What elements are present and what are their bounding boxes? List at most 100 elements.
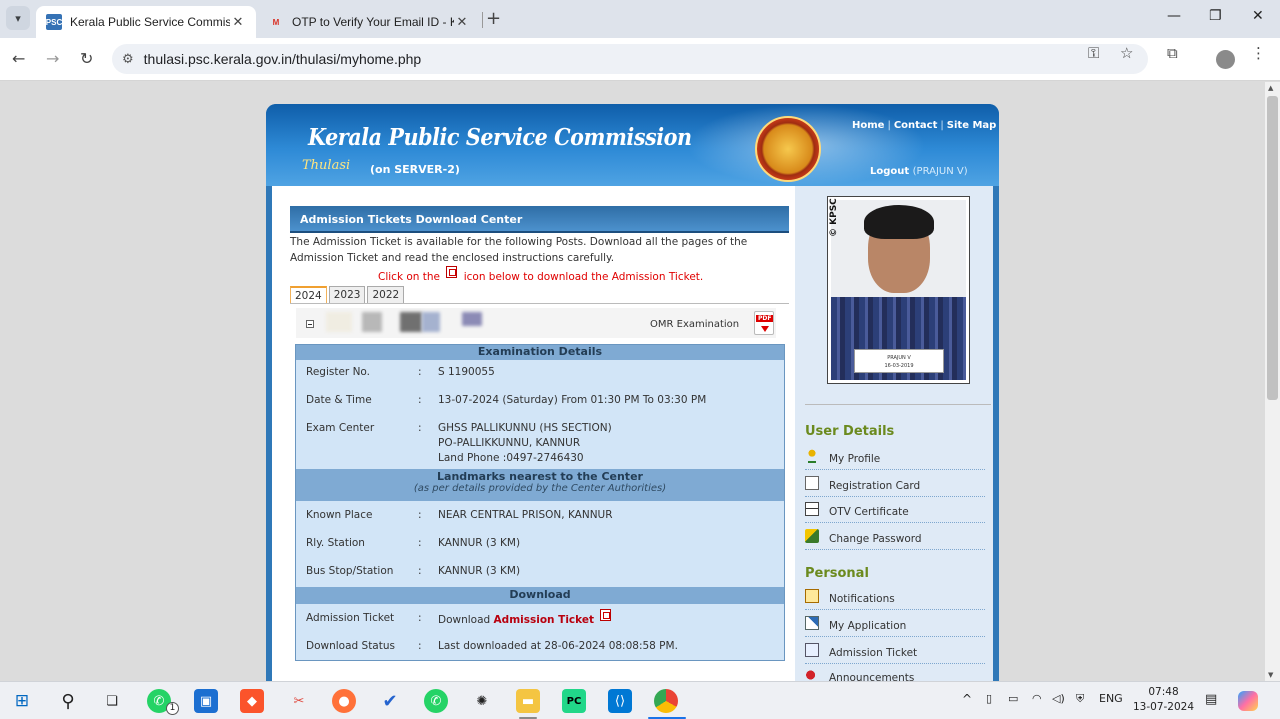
redacted-text	[362, 312, 382, 332]
bookmark-star-icon[interactable]: ☆	[1120, 44, 1133, 62]
profile-icon	[805, 449, 819, 463]
extensions-icon[interactable]: ⧉	[1167, 44, 1178, 62]
security-shield-icon[interactable]: ⛨	[1076, 692, 1084, 706]
address-bar[interactable]: ⚙ thulasi.psc.kerala.gov.in/thulasi/myho…	[112, 44, 1148, 74]
page-viewport: Kerala Public Service Commission Thulasi…	[0, 82, 1265, 681]
browser-tab-strip: ▾ PSC Kerala Public Service Commissi ✕ M…	[0, 0, 1280, 38]
pycharm-icon[interactable]: PC	[562, 689, 586, 713]
candidate-photo: © KPSC PRAJUN V 16-03-2019	[827, 196, 970, 384]
minimize-button[interactable]: —	[1167, 8, 1181, 24]
language-indicator[interactable]: ENG	[1099, 692, 1123, 705]
browser-menu-icon[interactable]: ⋮	[1251, 44, 1266, 62]
browser-toolbar: ← → ↻ ⚙ thulasi.psc.kerala.gov.in/thulas…	[0, 38, 1280, 81]
notification-center-icon[interactable]: ▤	[1205, 692, 1217, 707]
menu-registration-card[interactable]: Registration Card	[805, 471, 985, 497]
tab-title: Kerala Public Service Commissi	[70, 15, 230, 29]
tab-search-button[interactable]: ▾	[6, 6, 30, 30]
gmail-icon: M	[272, 17, 280, 27]
windows-taskbar: ⊞ ⚲ ❏ ✆ 1 ▣ ◆ ✂ ● ✔ ✆ ✺ ▬ PC ⟨⟩ ^ ▯ ▭ ◠ …	[0, 681, 1280, 719]
site-info-icon[interactable]: ⚙	[122, 52, 134, 67]
tab-kerala-psc[interactable]: PSC Kerala Public Service Commissi ✕	[36, 6, 256, 38]
notification-badge: 1	[166, 702, 179, 715]
site-banner: Kerala Public Service Commission Thulasi…	[266, 104, 999, 186]
right-sidebar: © KPSC PRAJUN V 16-03-2019 User Details …	[795, 186, 993, 681]
file-explorer-icon[interactable]: ▬	[516, 689, 540, 713]
url-text[interactable]: thulasi.psc.kerala.gov.in/thulasi/myhome…	[144, 51, 422, 67]
admission-ticket-download-link[interactable]: Admission Ticket	[494, 614, 594, 626]
battery-icon[interactable]: ▭	[1008, 692, 1018, 705]
forward-arrow-icon[interactable]: →	[46, 49, 59, 68]
tab-2023[interactable]: 2023	[328, 286, 366, 303]
year-tabs: 2024 2023 2022	[290, 286, 405, 304]
phone-link-icon[interactable]: ▯	[986, 692, 992, 705]
tab-2024[interactable]: 2024	[290, 286, 327, 304]
pdf-download-icon[interactable]	[754, 311, 774, 335]
close-tab-icon[interactable]: ✕	[454, 14, 470, 30]
server-label: (on SERVER-2)	[370, 163, 460, 176]
card-icon	[805, 476, 819, 490]
scrollbar-thumb[interactable]	[1267, 96, 1278, 400]
photo-watermark: © KPSC	[829, 198, 839, 237]
menu-my-profile[interactable]: My Profile	[805, 444, 985, 470]
tray-expand-icon[interactable]: ^	[962, 692, 972, 706]
psc-site-frame: Kerala Public Service Commission Thulasi…	[266, 104, 999, 681]
redacted-text	[326, 312, 352, 332]
windows-start-icon[interactable]: ⊞	[10, 689, 34, 713]
scroll-up-icon[interactable]: ▲	[1268, 84, 1273, 92]
brave-icon[interactable]: ◆	[240, 689, 264, 713]
admission-intro: The Admission Ticket is available for th…	[290, 236, 748, 264]
main-content: Admission Tickets Download Center The Ad…	[272, 186, 993, 681]
menu-otv-certificate[interactable]: OTV Certificate	[805, 497, 985, 523]
redacted-text	[400, 312, 422, 332]
chatgpt-icon[interactable]: ✺	[470, 689, 494, 713]
logout-area: Logout (PRAJUN V)	[870, 166, 968, 177]
restore-button[interactable]: ❐	[1209, 8, 1222, 24]
close-window-button[interactable]: ✕	[1252, 8, 1264, 24]
scroll-down-icon[interactable]: ▼	[1268, 671, 1273, 679]
system-clock[interactable]: 07:48 13-07-2024	[1133, 685, 1194, 715]
redacted-text	[422, 312, 440, 332]
page-scrollbar[interactable]: ▲ ▼	[1265, 82, 1280, 681]
admission-heading: Admission Tickets Download Center	[290, 206, 789, 233]
pdf-icon	[446, 266, 458, 278]
menu-notifications[interactable]: Notifications	[805, 584, 985, 610]
click-instruction: Click on the icon below to download the …	[378, 266, 703, 283]
vscode-icon[interactable]: ⟨⟩	[608, 689, 632, 713]
menu-announcements[interactable]: Announcements	[805, 662, 985, 681]
task-view-icon[interactable]: ❏	[100, 689, 124, 713]
site-title: Kerala Public Service Commission	[308, 124, 692, 151]
exam-post-row: OMR Examination	[296, 308, 776, 338]
close-tab-icon[interactable]: ✕	[230, 14, 246, 30]
exam-details-heading: Examination Details	[296, 345, 784, 360]
pdf-icon[interactable]	[600, 609, 612, 621]
logout-link[interactable]: Logout	[870, 166, 909, 177]
contact-link[interactable]: Contact	[894, 120, 938, 131]
menu-change-password[interactable]: Change Password	[805, 524, 985, 550]
firefox-icon[interactable]: ●	[332, 689, 356, 713]
back-arrow-icon[interactable]: ←	[12, 49, 25, 68]
collapse-toggle-icon[interactable]	[306, 320, 314, 328]
profile-avatar[interactable]	[1216, 50, 1235, 69]
todo-icon[interactable]: ✔	[378, 689, 402, 713]
wifi-icon[interactable]: ◠	[1032, 692, 1042, 705]
store-icon[interactable]: ▣	[194, 689, 218, 713]
search-icon[interactable]: ⚲	[56, 689, 80, 713]
password-key-icon[interactable]: ⚿	[1088, 44, 1099, 62]
new-tab-button[interactable]: +	[486, 8, 501, 29]
reload-icon[interactable]: ↻	[80, 49, 93, 68]
certificate-icon	[805, 502, 819, 516]
whatsapp-web-icon[interactable]: ✆	[424, 689, 448, 713]
site-map-link[interactable]: Site Map	[947, 120, 997, 131]
menu-my-application[interactable]: My Application	[805, 611, 985, 637]
tab-2022[interactable]: 2022	[367, 286, 405, 303]
menu-admission-ticket[interactable]: Admission Ticket	[805, 638, 985, 664]
megaphone-icon	[805, 668, 819, 681]
home-link[interactable]: Home	[852, 120, 884, 131]
snipping-tool-icon[interactable]: ✂	[287, 689, 311, 713]
volume-icon[interactable]: ◁)	[1052, 692, 1065, 705]
logged-user: (PRAJUN V)	[912, 166, 968, 177]
chrome-icon[interactable]	[654, 689, 678, 713]
tab-gmail-otp[interactable]: M OTP to Verify Your Email ID - Ke ✕	[258, 6, 480, 38]
personal-heading: Personal	[805, 566, 869, 581]
copilot-icon[interactable]	[1238, 691, 1258, 711]
